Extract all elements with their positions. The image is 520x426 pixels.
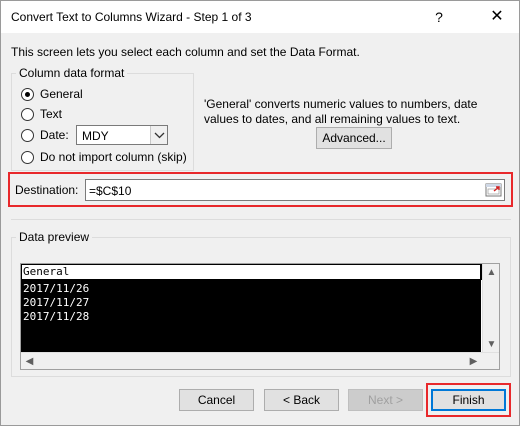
destination-label: Destination:: [15, 183, 79, 197]
radio-date-label: Date:: [40, 128, 69, 142]
radio-date-indicator[interactable]: [21, 128, 34, 142]
radio-date[interactable]: Date:: [21, 126, 69, 144]
intro-text: This screen lets you select each column …: [11, 45, 360, 59]
wizard-dialog: Convert Text to Columns Wizard - Step 1 …: [0, 0, 520, 426]
radio-text-label: Text: [40, 107, 63, 121]
back-button[interactable]: < Back: [264, 389, 339, 411]
radio-skip[interactable]: Do not import column (skip): [21, 148, 187, 166]
format-description: 'General' converts numeric values to num…: [204, 97, 478, 126]
radio-general-indicator[interactable]: [21, 87, 34, 101]
radio-text-indicator[interactable]: [21, 107, 34, 121]
next-button[interactable]: Next >: [348, 389, 423, 411]
data-preview-legend: Data preview: [16, 230, 93, 244]
destination-input[interactable]: =$C$10: [85, 179, 505, 201]
date-format-select[interactable]: MDY: [76, 125, 168, 145]
horizontal-scrollbar[interactable]: ◀ ▶: [21, 352, 499, 369]
preview-column-header[interactable]: General: [21, 264, 483, 280]
scroll-up-icon[interactable]: ▲: [483, 264, 500, 281]
separator: [11, 219, 511, 220]
cancel-button[interactable]: Cancel: [179, 389, 254, 411]
radio-skip-indicator[interactable]: [21, 150, 34, 164]
vertical-scrollbar[interactable]: ▲ ▼: [482, 264, 499, 353]
scroll-down-icon[interactable]: ▼: [483, 336, 500, 353]
preview-row: 2017/11/28: [23, 310, 90, 323]
radio-text[interactable]: Text: [21, 105, 62, 123]
preview-row: 2017/11/27: [23, 296, 90, 309]
chevron-down-icon[interactable]: [150, 126, 167, 144]
close-button[interactable]: ✕: [475, 3, 519, 31]
collapse-dialog-icon[interactable]: [485, 182, 502, 198]
data-preview[interactable]: General 2017/11/26 2017/11/27 2017/11/28…: [20, 263, 500, 370]
help-button[interactable]: ?: [429, 8, 449, 26]
title-bar: Convert Text to Columns Wizard - Step 1 …: [1, 1, 519, 33]
radio-general-label: General: [40, 87, 83, 101]
preview-column-data[interactable]: 2017/11/26 2017/11/27 2017/11/28: [21, 280, 481, 352]
scroll-right-icon[interactable]: ▶: [465, 353, 482, 370]
column-format-legend: Column data format: [16, 66, 128, 80]
dialog-title: Convert Text to Columns Wizard - Step 1 …: [11, 10, 252, 24]
finish-button[interactable]: Finish: [431, 389, 506, 411]
radio-skip-label: Do not import column (skip): [40, 150, 187, 164]
date-format-value: MDY: [82, 129, 109, 143]
advanced-button[interactable]: Advanced...: [316, 127, 392, 149]
destination-value: =$C$10: [89, 184, 132, 198]
radio-general[interactable]: General: [21, 85, 83, 103]
scroll-left-icon[interactable]: ◀: [21, 353, 38, 370]
preview-row: 2017/11/26: [23, 282, 90, 295]
